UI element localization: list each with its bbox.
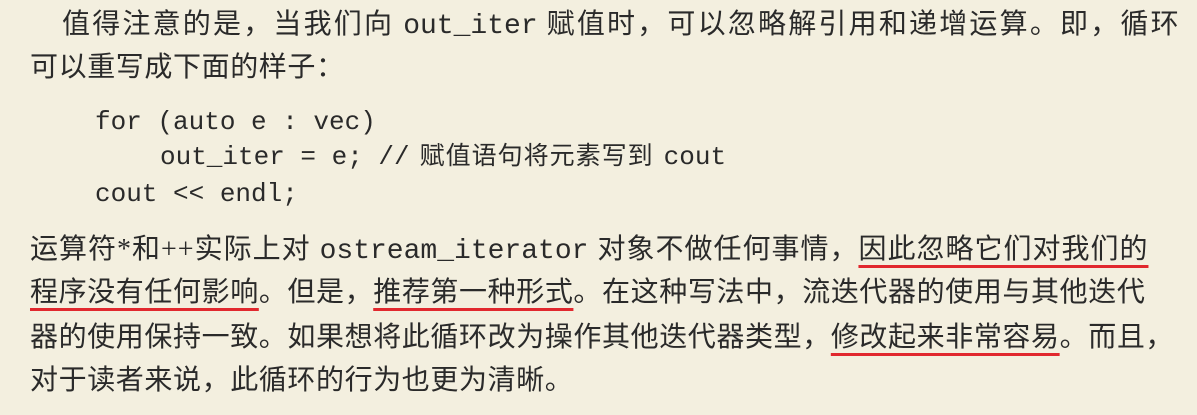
text-line: 可以重写成下面的样子： — [30, 52, 345, 83]
text-segment: 器的使用保持一致。如果想将此循环改为操作其他迭代器类型， — [30, 322, 831, 353]
text-segment: 值得注意的是，当我们向 — [62, 9, 395, 40]
text-line: 程序没有任何影响。但是，推荐第一种形式。在这种写法中，流迭代器的使用与其他迭代 — [30, 273, 1145, 313]
code-comment: 赋值语句将元素写到 — [419, 143, 654, 170]
code-line: for (auto e : vec) — [95, 107, 376, 137]
book-page: 值得注意的是，当我们向 out_iter 赋值时，可以忽略解引用和递增运算。即，循环… — [0, 0, 1197, 415]
text-segment: 。而且， — [1059, 322, 1175, 353]
text-line: 值得注意的是，当我们向 out_iter 赋值时，可以忽略解引用和递增运算。即，循环 — [62, 5, 1181, 45]
underlined-phrase: 程序没有任何影响 — [30, 277, 259, 308]
underlined-phrase: 修改起来非常容易 — [830, 322, 1060, 353]
code-comment-tail: cout — [663, 142, 727, 172]
inline-code: ostream_iterator — [319, 236, 589, 267]
code-line: out_iter = e; // 赋值语句将元素写到 cout — [160, 138, 726, 176]
text-line: 运算符*和++实际上对 ostream_iterator 对象不做任何事情，因此忽略… — [30, 230, 1148, 270]
text-segment: 。但是， — [258, 277, 374, 308]
text-line: 器的使用保持一致。如果想将此循环改为操作其他迭代器类型，修改起来非常容易。而且， — [30, 318, 1174, 358]
underlined-phrase: 因此忽略它们对我们的 — [858, 234, 1149, 265]
text-segment: 赋值时，可以忽略解引用和递增运算。即，循环 — [546, 9, 1181, 40]
text-segment: 对象不做任何事情， — [597, 234, 859, 265]
underlined-phrase: 推荐第一种形式 — [373, 277, 574, 308]
text-segment: 运算符*和++实际上对 — [30, 234, 311, 265]
text-line: 对于读者来说，此循环的行为也更为清晰。 — [30, 365, 574, 396]
code-line: cout << endl; — [95, 179, 298, 209]
inline-code: out_iter — [403, 11, 538, 42]
text-segment: 。在这种写法中，流迭代器的使用与其他迭代 — [573, 277, 1146, 308]
code-statement: out_iter = e; // — [160, 142, 410, 172]
